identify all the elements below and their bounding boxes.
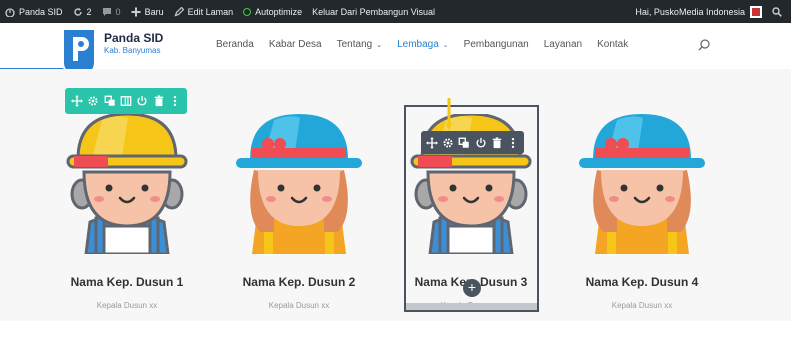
- wp-admin-bar: Panda SID 2 0 Baru Edit Laman Autoptimiz…: [0, 0, 791, 23]
- trash-icon: [154, 95, 163, 107]
- girl-avatar-icon: [579, 114, 705, 254]
- columns-button[interactable]: [119, 94, 133, 108]
- nav-label: Pembangunan: [463, 39, 529, 50]
- updates-link[interactable]: 2: [68, 0, 97, 23]
- move-icon: [71, 95, 84, 107]
- boy-avatar-icon: [66, 114, 188, 254]
- trash-button[interactable]: [152, 94, 166, 108]
- nav-label: Beranda: [216, 39, 254, 50]
- settings-icon: [443, 137, 453, 148]
- autoptimize-link[interactable]: Autoptimize: [238, 0, 307, 23]
- more-button[interactable]: [506, 136, 520, 150]
- avatar: [234, 114, 364, 254]
- duplicate-icon: [458, 137, 470, 148]
- exit-visual-builder-link[interactable]: Keluar Dari Pembangun Visual: [307, 0, 440, 23]
- avatar: [750, 5, 762, 18]
- search-icon[interactable]: [698, 39, 710, 51]
- nav-label: Kontak: [597, 39, 629, 50]
- duplicate-button[interactable]: [457, 136, 471, 150]
- edit-page-label: Edit Laman: [187, 6, 234, 17]
- power-button[interactable]: [474, 136, 488, 150]
- edit-page-link[interactable]: Edit Laman: [169, 0, 239, 23]
- nav-label: Lembaga: [397, 39, 439, 50]
- move-button[interactable]: [70, 94, 84, 108]
- site-header: Panda SID Kab. Banyumas Beranda Kabar De…: [0, 23, 791, 79]
- trash-button[interactable]: [490, 136, 504, 150]
- new-label: Baru: [144, 6, 164, 17]
- settings-button[interactable]: [441, 136, 455, 150]
- main-nav: Beranda Kabar Desa Tentang ⌄ Lembaga ⌄ Pem…: [216, 39, 643, 50]
- dashboard-icon: [5, 7, 15, 17]
- brand-subtitle: Kab. Banyumas: [104, 46, 161, 55]
- team-card[interactable]: Nama Kep. Dusun 1 Kepala Dusun xx: [62, 114, 192, 310]
- nav-item-kontak[interactable]: Kontak: [597, 39, 628, 50]
- nav-item-beranda[interactable]: Beranda: [216, 39, 254, 50]
- duplicate-icon: [104, 95, 115, 106]
- admin-search-button[interactable]: [767, 0, 791, 23]
- exit-visual-builder-label: Keluar Dari Pembangun Visual: [312, 6, 436, 17]
- nav-label: Tentang: [336, 39, 373, 50]
- power-icon: [137, 95, 147, 106]
- nav-label: Kabar Desa: [268, 39, 322, 50]
- avatar: [577, 114, 707, 254]
- add-module-button[interactable]: +: [463, 279, 481, 297]
- greeting-label: Hai, PuskoMedia Indonesia: [635, 6, 745, 17]
- more-button[interactable]: [168, 94, 182, 108]
- nav-item-tentang[interactable]: Tentang ⌄: [337, 39, 382, 50]
- chevron-down-icon: ⌄: [376, 41, 383, 49]
- new-content-link[interactable]: Baru: [126, 0, 169, 23]
- module-bottom-bar: [406, 303, 537, 310]
- more-icon: [173, 95, 177, 107]
- pencil-icon: [174, 6, 184, 16]
- member-name: Nama Kep. Dusun 4: [585, 275, 699, 289]
- row-settings-toolbar: [65, 88, 187, 114]
- settings-button[interactable]: [86, 94, 100, 108]
- member-name: Nama Kep. Dusun 2: [242, 275, 356, 289]
- search-icon: [772, 6, 782, 17]
- comments-count: 0: [115, 6, 121, 17]
- brand-title[interactable]: Panda SID: [104, 31, 163, 45]
- girl-avatar-icon: [236, 114, 362, 254]
- move-button[interactable]: [425, 136, 439, 150]
- settings-icon: [88, 96, 98, 106]
- nav-label: Layanan: [543, 39, 583, 50]
- plus-icon: [131, 7, 141, 16]
- my-account-link[interactable]: Hai, PuskoMedia Indonesia: [630, 0, 767, 23]
- duplicate-button[interactable]: [103, 94, 117, 108]
- pointer-arrow-icon: [446, 98, 452, 131]
- member-role: Kepala Dusun xx: [96, 301, 158, 310]
- site-name-label: Panda SID: [19, 6, 63, 17]
- page-bottom: [0, 321, 791, 337]
- autoptimize-label: Autoptimize: [255, 6, 303, 17]
- member-name: Nama Kep. Dusun 1: [70, 275, 184, 289]
- team-card[interactable]: Nama Kep. Dusun 4 Kepala Dusun xx: [577, 114, 707, 310]
- nav-item-lembaga[interactable]: Lembaga ⌄: [397, 39, 449, 50]
- trash-icon: [492, 136, 501, 148]
- nav-item-pembangunan[interactable]: Pembangunan: [464, 39, 529, 50]
- more-icon: [511, 137, 515, 148]
- power-icon: [476, 137, 486, 148]
- comments-link[interactable]: 0: [97, 0, 126, 23]
- module-settings-toolbar: [421, 131, 524, 154]
- member-role: Kepala Dusun xx: [268, 301, 330, 310]
- team-card[interactable]: Nama Kep. Dusun 2 Kepala Dusun xx: [234, 114, 364, 310]
- refresh-icon: [73, 7, 82, 16]
- columns-icon: [120, 96, 132, 106]
- updates-count: 2: [86, 6, 92, 17]
- nav-item-layanan[interactable]: Layanan: [544, 39, 582, 50]
- member-role: Kepala Dusun xx: [611, 301, 673, 310]
- avatar: [62, 114, 192, 254]
- status-dot-icon: [243, 7, 252, 16]
- comment-icon: [102, 7, 111, 16]
- nav-item-kabar-desa[interactable]: Kabar Desa: [269, 39, 322, 50]
- power-button[interactable]: [135, 94, 149, 108]
- chevron-down-icon: ⌄: [442, 41, 449, 49]
- site-name-link[interactable]: Panda SID: [0, 0, 68, 23]
- move-icon: [426, 136, 439, 149]
